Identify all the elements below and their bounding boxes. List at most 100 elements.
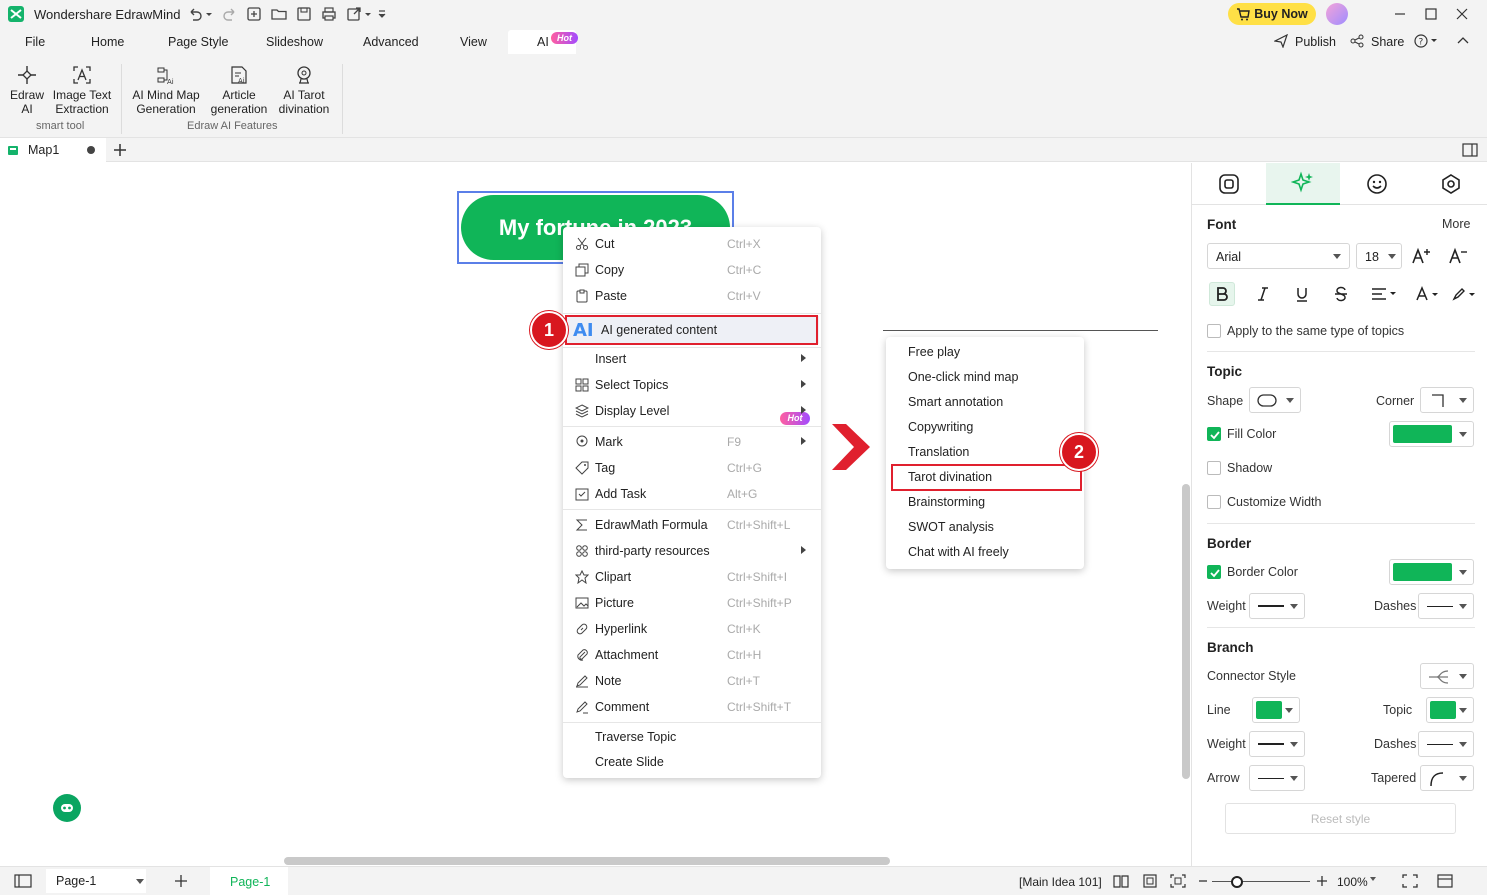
strikethrough-icon[interactable] (1328, 282, 1354, 306)
menu-item-mark[interactable]: Mark F9 (563, 429, 821, 455)
ai-mind-map-generation-button[interactable]: Ai AI Mind Map Generation (130, 64, 202, 116)
submenu-item-free-play[interactable]: Free play (908, 345, 960, 359)
menu-item-tag[interactable]: Tag Ctrl+G (563, 455, 821, 481)
fit-page-icon[interactable] (1142, 874, 1158, 888)
increase-font-icon[interactable] (1408, 244, 1434, 268)
panel-toggle-icon[interactable] (1462, 143, 1478, 157)
zoom-slider-thumb[interactable] (1231, 876, 1243, 888)
avatar[interactable] (1326, 3, 1348, 25)
page-select[interactable]: Page-1 (46, 869, 146, 893)
add-tab-icon[interactable] (113, 143, 127, 157)
menu-item-cut[interactable]: Cut Ctrl+X (563, 231, 821, 257)
tab-home[interactable]: Home (91, 35, 124, 49)
border-weight-select[interactable] (1249, 593, 1305, 619)
menu-item-clipart[interactable]: Clipart Ctrl+Shift+I (563, 564, 821, 590)
tab-file[interactable]: File (25, 35, 45, 49)
collapse-ribbon-icon[interactable] (1456, 34, 1470, 48)
branch-topic-color-select[interactable] (1426, 697, 1474, 723)
article-generation-button[interactable]: Ai Article generation (210, 64, 268, 116)
presentation-icon[interactable] (1437, 874, 1453, 888)
branch-arrow-select[interactable] (1249, 765, 1305, 791)
connector-style-select[interactable] (1420, 663, 1474, 689)
bold-icon[interactable] (1209, 282, 1235, 306)
book-view-icon[interactable] (1113, 874, 1129, 888)
vertical-scrollbar[interactable] (1182, 484, 1190, 779)
maximize-icon[interactable] (1423, 6, 1439, 22)
fit-window-icon[interactable] (1170, 874, 1186, 888)
zoom-dropdown-icon[interactable] (1370, 877, 1376, 881)
tab-advanced[interactable]: Advanced (363, 35, 419, 49)
ai-assistant-icon[interactable] (53, 794, 81, 822)
menu-item-attachment[interactable]: Attachment Ctrl+H (563, 642, 821, 668)
tab-ai-format[interactable] (1266, 163, 1340, 205)
menu-item-add-task[interactable]: Add Task Alt+G (563, 481, 821, 507)
menu-item-traverse-topic[interactable]: Traverse Topic (563, 724, 821, 750)
corner-select[interactable] (1420, 387, 1474, 413)
border-color-checkbox[interactable] (1207, 565, 1221, 579)
menu-item-create-slide[interactable]: Create Slide (563, 749, 821, 775)
page-tab-page-1[interactable]: Page-1 (210, 867, 288, 896)
tab-view[interactable]: View (460, 35, 487, 49)
submenu-item-translation[interactable]: Translation (908, 445, 969, 459)
zoom-slider-track[interactable] (1212, 881, 1310, 882)
open-folder-icon[interactable] (270, 5, 288, 23)
customize-width-checkbox[interactable] (1207, 495, 1221, 509)
branch-tapered-select[interactable] (1420, 765, 1474, 791)
help-icon[interactable]: ? (1414, 34, 1438, 48)
font-size-select[interactable]: 18 (1356, 243, 1402, 269)
submenu-item-smart-annotation[interactable]: Smart annotation (908, 395, 1003, 409)
tab-theme[interactable] (1414, 163, 1487, 205)
submenu-item-brainstorming[interactable]: Brainstorming (908, 495, 985, 509)
publish-button[interactable]: Publish (1295, 35, 1336, 49)
undo-icon[interactable] (186, 5, 204, 23)
submenu-item-copywriting[interactable]: Copywriting (908, 420, 973, 434)
font-color-icon[interactable] (1413, 282, 1445, 306)
menu-item-note[interactable]: Note Ctrl+T (563, 668, 821, 694)
zoom-out-icon[interactable] (1198, 874, 1208, 888)
tab-icons[interactable] (1340, 163, 1414, 205)
menu-item-display-level[interactable]: Display Level (563, 398, 821, 424)
share-button[interactable]: Share (1371, 35, 1404, 49)
menu-item-picture[interactable]: Picture Ctrl+Shift+P (563, 590, 821, 616)
underline-icon[interactable] (1289, 282, 1315, 306)
image-text-extraction-button[interactable]: Image Text Extraction (50, 64, 114, 116)
tab-page-style[interactable]: Page Style (168, 35, 228, 49)
branch-dashes-select[interactable] (1418, 731, 1474, 757)
decrease-font-icon[interactable] (1445, 244, 1471, 268)
italic-icon[interactable] (1250, 282, 1276, 306)
menu-item-third-party-resources[interactable]: third-party resources (563, 538, 821, 564)
tab-ai[interactable]: AI (537, 35, 549, 49)
branch-weight-select[interactable] (1249, 731, 1305, 757)
menu-item-insert[interactable]: Insert (563, 346, 821, 372)
shape-select[interactable] (1249, 387, 1301, 413)
print-icon[interactable] (320, 5, 338, 23)
minimize-icon[interactable] (1392, 6, 1408, 22)
document-tab-map1[interactable]: Map1 (0, 138, 106, 162)
export-dropdown-icon[interactable] (363, 5, 373, 23)
save-icon[interactable] (295, 5, 313, 23)
fill-color-select[interactable] (1389, 421, 1474, 447)
new-file-icon[interactable] (245, 5, 263, 23)
undo-dropdown-icon[interactable] (204, 5, 214, 23)
border-dashes-select[interactable] (1418, 593, 1474, 619)
border-color-select[interactable] (1389, 559, 1474, 585)
branch-line-color-select[interactable] (1252, 697, 1300, 723)
edraw-ai-button[interactable]: Edraw AI (8, 64, 46, 116)
zoom-level[interactable]: 100% (1337, 875, 1368, 889)
ai-tarot-divination-button[interactable]: AI Tarot divination (272, 64, 336, 116)
close-icon[interactable] (1454, 6, 1470, 22)
font-family-select[interactable]: Arial (1207, 243, 1350, 269)
align-icon[interactable] (1367, 282, 1401, 306)
menu-item-select-topics[interactable]: Select Topics (563, 372, 821, 398)
quick-access-more-icon[interactable] (377, 5, 387, 23)
submenu-item-chat-with-ai[interactable]: Chat with AI freely (908, 545, 1009, 559)
font-more-link[interactable]: More (1442, 217, 1470, 231)
export-icon[interactable] (345, 5, 363, 23)
tab-style[interactable] (1192, 163, 1266, 205)
buy-now-button[interactable]: Buy Now (1228, 3, 1316, 25)
menu-item-paste[interactable]: Paste Ctrl+V (563, 283, 821, 309)
reset-style-button[interactable]: Reset style (1225, 803, 1456, 834)
outline-view-icon[interactable] (14, 874, 32, 888)
menu-item-comment[interactable]: Comment Ctrl+Shift+T (563, 694, 821, 720)
submenu-item-one-click-mind-map[interactable]: One-click mind map (908, 370, 1018, 384)
